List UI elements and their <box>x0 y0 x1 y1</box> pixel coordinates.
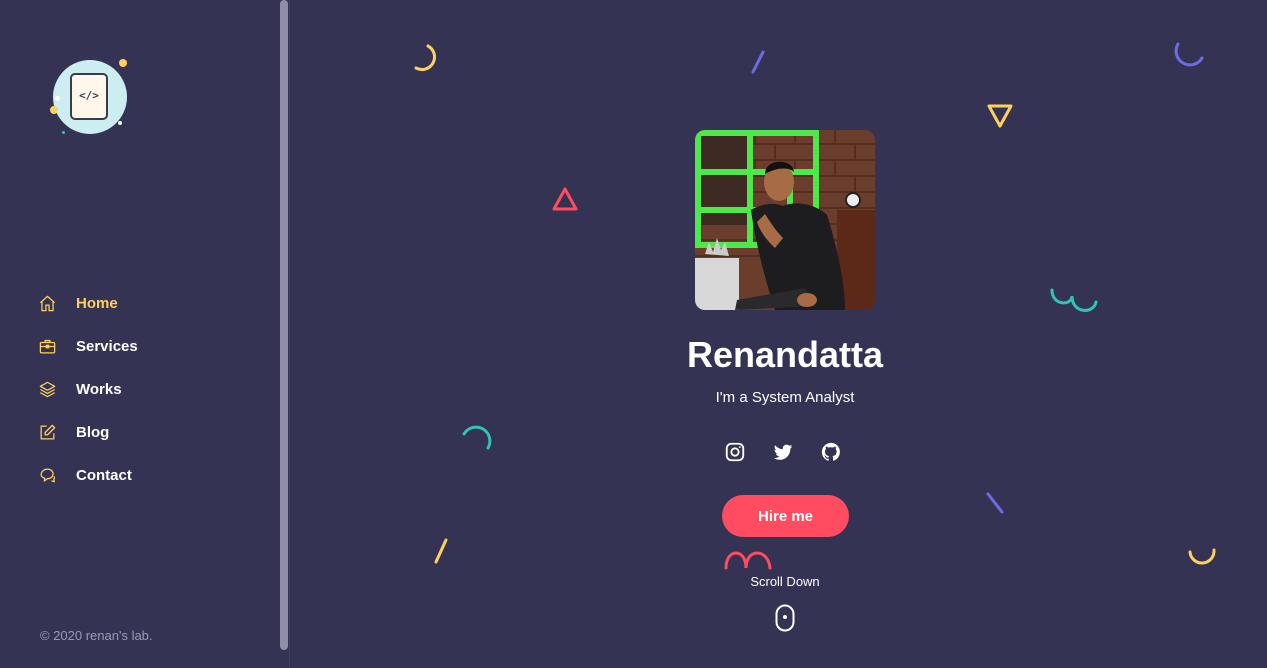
briefcase-icon <box>39 339 56 354</box>
hero-section: Renandatta I'm a System Analyst Hire me … <box>290 0 1267 668</box>
layers-icon <box>39 381 56 398</box>
nav-label-blog: Blog <box>76 424 110 441</box>
nav-item-services[interactable]: Services <box>38 325 138 368</box>
copyright-text: © 2020 renan's lab. <box>40 628 153 643</box>
instagram-icon <box>725 442 745 462</box>
sidebar-scrollbar[interactable] <box>280 0 288 650</box>
logo-dot <box>62 131 65 134</box>
nav-item-blog[interactable]: Blog <box>38 411 138 454</box>
nav-item-home[interactable]: Home <box>38 282 138 325</box>
nav-label-home: Home <box>76 295 118 312</box>
nav-label-services: Services <box>76 338 138 355</box>
mouse-icon[interactable] <box>775 604 795 632</box>
scroll-down-label: Scroll Down <box>750 574 820 589</box>
instagram-link[interactable] <box>724 441 746 463</box>
code-file-icon: </> <box>70 73 108 120</box>
edit-icon <box>40 424 56 440</box>
main-content: Renandatta I'm a System Analyst Hire me … <box>290 0 1267 668</box>
main-nav: Home Services Works Blog Contact <box>38 282 138 497</box>
logo-dot <box>50 106 58 114</box>
twitter-link[interactable] <box>772 441 794 463</box>
home-icon <box>39 295 56 312</box>
chat-icon <box>40 468 56 483</box>
profile-photo <box>695 130 875 310</box>
logo-dot <box>55 96 60 101</box>
logo-dot <box>118 121 122 125</box>
profile-name: Renandatta <box>686 334 884 375</box>
nav-label-works: Works <box>76 381 122 398</box>
twitter-icon <box>773 444 793 460</box>
profile-tagline: I'm a System Analyst <box>715 389 855 406</box>
github-link[interactable] <box>820 441 842 463</box>
hire-me-button[interactable]: Hire me <box>722 495 849 537</box>
nav-item-contact[interactable]: Contact <box>38 454 138 497</box>
sidebar: </> Home Services Works Blog Contact © 2… <box>0 0 290 668</box>
nav-label-contact: Contact <box>76 467 132 484</box>
nav-item-works[interactable]: Works <box>38 368 138 411</box>
github-icon <box>821 442 840 461</box>
social-links <box>724 441 842 463</box>
site-logo[interactable]: </> <box>48 56 132 140</box>
logo-dot <box>119 59 127 67</box>
